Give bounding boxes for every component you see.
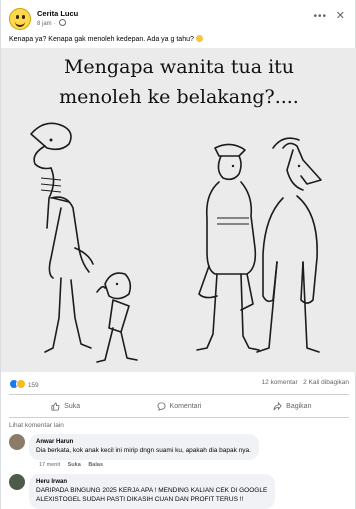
- comment-meta: 17 menit Suka Balas: [39, 462, 109, 468]
- like-label: Suka: [64, 402, 81, 410]
- share-label: Bagikan: [286, 402, 312, 410]
- share-count[interactable]: 2 Kali dibagikan: [303, 379, 349, 386]
- comment-count[interactable]: 12 komentar: [262, 379, 298, 386]
- share-icon: [273, 401, 282, 410]
- more-options-icon[interactable]: •••: [313, 11, 327, 22]
- comment-text-line: ALEXISTOGEL SUDAH PASTI DIKASIH CUAN DAN…: [36, 496, 244, 503]
- like-button[interactable]: Suka: [9, 397, 122, 415]
- haha-reaction-icon[interactable]: [16, 379, 26, 389]
- post-header: Cerita Lucu 8 jam · ••• ✕: [9, 8, 349, 32]
- reaction-count[interactable]: 159: [28, 382, 39, 389]
- comment-text-line: DARIPADA BINGUNG 2025 KERJA APA ! MENDIN…: [36, 487, 268, 494]
- post-caption: Kenapa ya? Kenapa gak menoleh kedepan. A…: [9, 35, 203, 43]
- commenter-avatar[interactable]: [9, 474, 25, 490]
- post-time[interactable]: 8 jam: [37, 21, 52, 27]
- commenter-name[interactable]: Heru Irwan: [36, 478, 267, 486]
- comment-bubble: Heru Irwan DARIPADA BINGUNG 2025 KERJA A…: [29, 474, 276, 509]
- view-more-comments-link[interactable]: Lihat komentar lain: [9, 422, 64, 429]
- globe-icon: [59, 19, 67, 26]
- caption-text: Kenapa ya? Kenapa gak menoleh kedepan. A…: [9, 36, 194, 43]
- commenter-avatar[interactable]: [9, 434, 25, 450]
- comment-time[interactable]: 17 menit: [39, 462, 60, 468]
- divider: [9, 417, 349, 418]
- page-avatar[interactable]: [9, 8, 31, 30]
- comment-label: Komentari: [169, 402, 202, 410]
- avatar-eye: [16, 15, 19, 19]
- divider: [9, 394, 349, 395]
- share-button[interactable]: Bagikan: [236, 397, 349, 415]
- avatar-mouth: [15, 20, 25, 27]
- comment-reply-button[interactable]: Balas: [88, 462, 103, 468]
- post-meta: 8 jam ·: [37, 19, 67, 27]
- page-name[interactable]: Cerita Lucu: [37, 9, 78, 18]
- commenter-name[interactable]: Anwar Harun: [36, 438, 251, 446]
- post-image[interactable]: Mengapa wanita tua itu menoleh ke belaka…: [1, 48, 356, 372]
- post-stats: 159 12 komentar 2 Kali dibagikan: [9, 379, 349, 391]
- thinking-emoji-icon: [195, 35, 203, 42]
- comment-icon: [157, 401, 166, 411]
- comment-text: Dia berkata, kok anak kecil ini mirip dn…: [36, 447, 251, 454]
- post-card: Cerita Lucu 8 jam · ••• ✕ Kenapa ya? Ken…: [0, 0, 356, 509]
- cartoon-illustration: [30, 122, 322, 363]
- close-icon[interactable]: ✕: [336, 9, 345, 22]
- thumbs-up-icon: [51, 401, 60, 411]
- comment-share-counts: 12 komentar 2 Kali dibagikan: [262, 379, 349, 386]
- action-bar: Suka Komentari Bagikan: [9, 397, 349, 415]
- comment-like-button[interactable]: Suka: [68, 462, 81, 468]
- avatar-eye: [22, 15, 25, 19]
- comment-button[interactable]: Komentari: [122, 397, 235, 415]
- comment-bubble: Anwar Harun Dia berkata, kok anak kecil …: [29, 434, 259, 460]
